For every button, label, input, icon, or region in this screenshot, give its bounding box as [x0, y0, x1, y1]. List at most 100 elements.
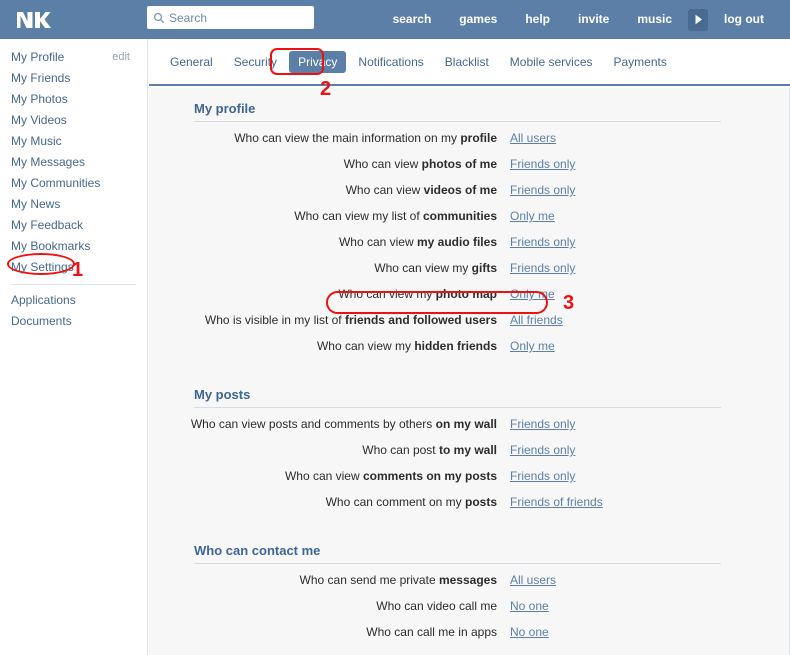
- header-link-logout[interactable]: log out: [710, 0, 778, 39]
- setting-row: Who can video call me No one: [149, 599, 789, 625]
- sidebar-item-my-settings[interactable]: My Settings: [0, 257, 147, 278]
- tab-privacy[interactable]: Privacy: [289, 50, 347, 73]
- setting-label: Who can view my list of communities: [294, 209, 497, 223]
- setting-label: Who can call me in apps: [366, 625, 497, 639]
- search-input[interactable]: [169, 10, 309, 25]
- vk-logo-icon[interactable]: [14, 9, 70, 31]
- setting-label: Who can view my audio files: [338, 235, 497, 249]
- sidebar-item-my-friends[interactable]: My Friends: [0, 68, 147, 89]
- sidebar: My Profile edit My Friends My Photos My …: [0, 39, 148, 655]
- section-rule: [194, 563, 721, 564]
- sidebar-item-my-messages[interactable]: My Messages: [0, 152, 147, 173]
- setting-value-link[interactable]: Friends only: [510, 417, 575, 431]
- section-rule: [194, 407, 721, 408]
- tab-general[interactable]: General: [161, 51, 222, 73]
- sidebar-item-my-news[interactable]: My News: [0, 194, 147, 215]
- settings-section: My posts Who can view posts and comments …: [149, 387, 789, 539]
- header-link-music[interactable]: music: [623, 0, 686, 39]
- sidebar-item-my-videos[interactable]: My Videos: [0, 110, 147, 131]
- tab-blacklist[interactable]: Blacklist: [436, 51, 498, 73]
- setting-row: Who can call me in apps No one: [149, 625, 789, 651]
- setting-label: Who can comment on my posts: [325, 495, 497, 509]
- sidebar-item-label: My Feedback: [11, 218, 84, 232]
- setting-value-link[interactable]: Friends only: [510, 469, 575, 483]
- sidebar-item-label: My Bookmarks: [11, 239, 91, 253]
- play-triangle-icon[interactable]: [688, 8, 709, 31]
- setting-label: Who can view photos of me: [343, 157, 497, 171]
- sidebar-item-label: Applications: [11, 293, 76, 307]
- sidebar-item-label: My Messages: [11, 155, 86, 169]
- setting-value-link[interactable]: Only me: [510, 287, 555, 301]
- setting-row: Who can view videos of me Friends only: [149, 183, 789, 209]
- sidebar-edit-link[interactable]: edit: [112, 47, 130, 68]
- setting-label: Who can view my photo map: [338, 287, 497, 301]
- setting-value-link[interactable]: Only me: [510, 339, 555, 353]
- setting-value-link[interactable]: Only me: [510, 209, 555, 223]
- sidebar-item-my-profile[interactable]: My Profile edit: [0, 47, 147, 68]
- setting-value-link[interactable]: Friends of friends: [510, 495, 603, 509]
- setting-value-link[interactable]: No one: [510, 625, 549, 639]
- setting-row: Who is visible in my list of friends and…: [149, 313, 789, 339]
- top-header-bar: search games help invite music log out: [0, 0, 790, 39]
- setting-row: Who can view my gifts Friends only: [149, 261, 789, 287]
- sidebar-divider: [11, 284, 136, 285]
- setting-row: Who can comment on my posts Friends of fr…: [149, 495, 789, 521]
- tab-payments[interactable]: Payments: [605, 51, 676, 73]
- search-box[interactable]: [147, 6, 314, 29]
- privacy-settings-content: My profile Who can view the main informat…: [149, 88, 790, 655]
- sidebar-item-my-communities[interactable]: My Communities: [0, 173, 147, 194]
- setting-value-link[interactable]: No one: [510, 599, 549, 613]
- setting-row: Who can view my photo map Only me: [149, 287, 789, 313]
- setting-value-link[interactable]: Friends only: [510, 157, 575, 171]
- header-link-search[interactable]: search: [379, 0, 446, 39]
- setting-row: Who can view photos of me Friends only: [149, 157, 789, 183]
- setting-row: Who can post to my wall Friends only: [149, 443, 789, 469]
- setting-value-link[interactable]: Friends only: [510, 235, 575, 249]
- setting-value-link[interactable]: All friends: [510, 313, 563, 327]
- sidebar-item-label: Documents: [11, 314, 72, 328]
- setting-row: Who can view posts and comments by other…: [149, 417, 789, 443]
- tab-mobile-services[interactable]: Mobile services: [501, 51, 602, 73]
- search-icon: [153, 12, 165, 24]
- setting-row: Who can view my hidden friends Only me: [149, 339, 789, 365]
- setting-value-link[interactable]: Friends only: [510, 183, 575, 197]
- setting-row: Who can send me private messages All user…: [149, 573, 789, 599]
- section-title: My profile: [194, 101, 256, 116]
- setting-value-link[interactable]: Friends only: [510, 443, 575, 457]
- setting-label: Who can view videos of me: [345, 183, 497, 197]
- tab-security[interactable]: Security: [225, 51, 286, 73]
- sidebar-item-label: My Settings: [11, 260, 74, 274]
- setting-label: Who can view my gifts: [374, 261, 497, 275]
- sidebar-item-my-feedback[interactable]: My Feedback: [0, 215, 147, 236]
- sidebar-item-label: My Photos: [11, 92, 68, 106]
- setting-row: Who can view my list of communities Only …: [149, 209, 789, 235]
- header-link-help[interactable]: help: [511, 0, 564, 39]
- section-title: Who can contact me: [194, 543, 321, 558]
- sidebar-item-label: My Videos: [11, 113, 67, 127]
- setting-label: Who can view the main information on my …: [234, 131, 497, 145]
- header-link-invite[interactable]: invite: [564, 0, 623, 39]
- sidebar-item-my-photos[interactable]: My Photos: [0, 89, 147, 110]
- sidebar-item-label: My Music: [11, 134, 62, 148]
- sidebar-item-documents[interactable]: Documents: [0, 311, 147, 332]
- sidebar-item-my-music[interactable]: My Music: [0, 131, 147, 152]
- sidebar-item-my-bookmarks[interactable]: My Bookmarks: [0, 236, 147, 257]
- setting-label: Who is visible in my list of friends and…: [204, 313, 497, 327]
- sidebar-item-applications[interactable]: Applications: [0, 290, 147, 311]
- section-title: My posts: [194, 387, 251, 402]
- sidebar-item-label: My Profile: [11, 50, 65, 64]
- sidebar-item-label: My Communities: [11, 176, 101, 190]
- sidebar-item-label: My Friends: [11, 71, 71, 85]
- setting-label: Who can send me private messages: [299, 573, 497, 587]
- setting-label: Who can video call me: [376, 599, 497, 613]
- setting-value-link[interactable]: All users: [510, 573, 556, 587]
- setting-value-link[interactable]: All users: [510, 131, 556, 145]
- setting-value-link[interactable]: Friends only: [510, 261, 575, 275]
- settings-section: My profile Who can view the main informat…: [149, 101, 789, 383]
- section-rule: [194, 121, 721, 122]
- header-link-games[interactable]: games: [445, 0, 511, 39]
- tab-notifications[interactable]: Notifications: [349, 51, 432, 73]
- setting-label: Who can view comments on my posts: [284, 469, 497, 483]
